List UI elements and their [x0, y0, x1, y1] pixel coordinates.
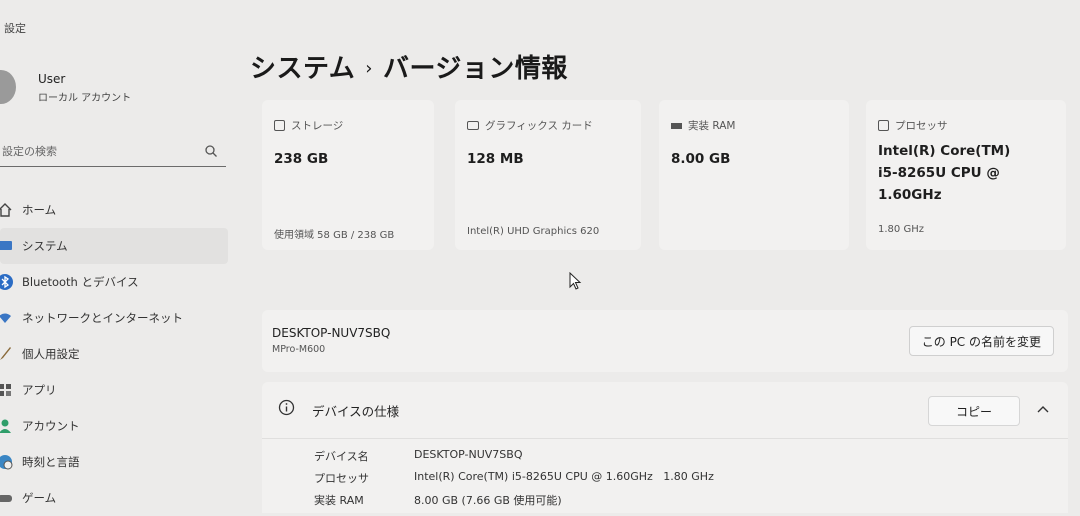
user-name: User	[38, 72, 66, 86]
spec-value: Intel(R) Core(TM) i5-8265U CPU @ 1.60GHz…	[414, 470, 714, 483]
ram-icon	[671, 122, 682, 129]
sidebar-item-label: アカウント	[22, 419, 80, 433]
spec-value: 8.00 GB (7.66 GB 使用可能)	[414, 494, 562, 507]
sidebar-item-label: アプリ	[22, 383, 57, 397]
breadcrumb: システム › バージョン情報	[250, 48, 568, 85]
card-value: 238 GB	[274, 151, 329, 167]
breadcrumb-separator: ›	[365, 58, 373, 79]
sidebar-item-label: ホーム	[22, 203, 57, 217]
device-name: DESKTOP-NUV7SBQ	[272, 326, 391, 340]
sidebar-item-label: Bluetooth とデバイス	[22, 275, 139, 289]
card-sub: 使用領域 58 GB / 238 GB	[274, 230, 395, 241]
search-icon[interactable]	[204, 144, 218, 158]
copy-button[interactable]: コピー	[928, 396, 1020, 426]
ram-card[interactable]: 実装 RAM 8.00 GB	[659, 100, 849, 250]
device-specs-title: デバイスの仕様	[312, 404, 400, 419]
sidebar-item-label: 個人用設定	[22, 347, 80, 361]
divider	[262, 438, 1068, 439]
account-icon	[0, 419, 11, 433]
card-label: プロセッサ	[895, 120, 948, 132]
sidebar-item-gaming[interactable]: ゲーム	[0, 480, 232, 516]
device-name-row: DESKTOP-NUV7SBQ MPro-M600 この PC の名前を変更	[262, 310, 1068, 372]
sidebar-item-label: ネットワークとインターネット	[22, 311, 183, 325]
processor-icon	[878, 120, 889, 131]
storage-icon	[274, 120, 285, 131]
info-icon	[278, 399, 295, 416]
card-label: 実装 RAM	[688, 120, 736, 132]
sidebar-item-apps[interactable]: アプリ	[0, 372, 232, 408]
card-value: 128 MB	[467, 151, 524, 167]
sidebar-item-time-language[interactable]: 時刻と言語	[0, 444, 232, 480]
card-label-row: ストレージ	[274, 118, 343, 133]
system-icon	[0, 241, 12, 250]
sidebar-item-bluetooth[interactable]: Bluetooth とデバイス	[0, 264, 232, 300]
spec-key: 実装 RAM	[314, 494, 364, 507]
card-label: グラフィックス カード	[485, 120, 593, 132]
brush-icon	[0, 347, 11, 360]
sidebar-item-home[interactable]: ホーム	[0, 192, 232, 228]
card-label-row: グラフィックス カード	[467, 118, 593, 133]
page-title: バージョン情報	[382, 54, 568, 84]
search-box[interactable]	[0, 138, 226, 167]
sidebar-item-accounts[interactable]: アカウント	[0, 408, 232, 444]
globe-clock-icon	[0, 455, 13, 470]
processor-card[interactable]: プロセッサ Intel(R) Core(TM) i5-8265U CPU @ 1…	[866, 100, 1066, 250]
card-sub: 1.80 GHz	[878, 224, 924, 235]
device-model: MPro-M600	[272, 344, 326, 355]
chevron-up-icon[interactable]	[1036, 404, 1050, 414]
graphics-card-icon	[467, 121, 479, 130]
device-specs-header[interactable]: デバイスの仕様 コピー	[262, 382, 1068, 436]
search-input[interactable]	[0, 138, 192, 164]
app-title: 設定	[4, 22, 26, 35]
wifi-icon	[0, 313, 11, 323]
bluetooth-icon	[0, 274, 13, 290]
graphics-card[interactable]: グラフィックス カード 128 MB Intel(R) UHD Graphics…	[455, 100, 641, 250]
apps-icon	[0, 384, 11, 396]
mouse-cursor-icon	[569, 272, 582, 290]
spec-key: プロセッサ	[314, 472, 369, 485]
spec-value: DESKTOP-NUV7SBQ	[414, 448, 523, 461]
sidebar-item-personalization[interactable]: 個人用設定	[0, 336, 232, 372]
card-value: 8.00 GB	[671, 151, 731, 167]
gamepad-icon	[0, 495, 12, 502]
card-label: ストレージ	[291, 120, 344, 132]
sidebar-nav: ホーム システム Bluetooth とデバイス ネットワークとインターネット …	[0, 192, 232, 516]
breadcrumb-parent[interactable]: システム	[250, 54, 355, 84]
avatar	[0, 70, 16, 104]
spec-key: デバイス名	[314, 450, 369, 463]
rename-pc-button[interactable]: この PC の名前を変更	[908, 326, 1054, 356]
sidebar-item-label: システム	[22, 239, 68, 253]
card-label-row: 実装 RAM	[671, 118, 735, 133]
device-specs-section: デバイスの仕様 コピー デバイス名 DESKTOP-NUV7SBQ プロセッサ …	[262, 382, 1068, 513]
sidebar-item-network[interactable]: ネットワークとインターネット	[0, 300, 232, 336]
sidebar-item-label: ゲーム	[22, 491, 57, 505]
card-sub: Intel(R) UHD Graphics 620	[467, 226, 600, 237]
home-icon	[0, 203, 12, 217]
storage-card[interactable]: ストレージ 238 GB 使用領域 58 GB / 238 GB	[262, 100, 434, 250]
card-value: Intel(R) Core(TM) i5-8265U CPU @ 1.60GHz	[878, 143, 1011, 203]
sidebar-item-system[interactable]: システム	[0, 228, 228, 264]
card-label-row: プロセッサ	[878, 118, 948, 133]
user-account-type: ローカル アカウント	[38, 93, 132, 104]
sidebar-item-label: 時刻と言語	[22, 455, 80, 469]
user-profile[interactable]: User ローカル アカウント	[0, 68, 230, 108]
